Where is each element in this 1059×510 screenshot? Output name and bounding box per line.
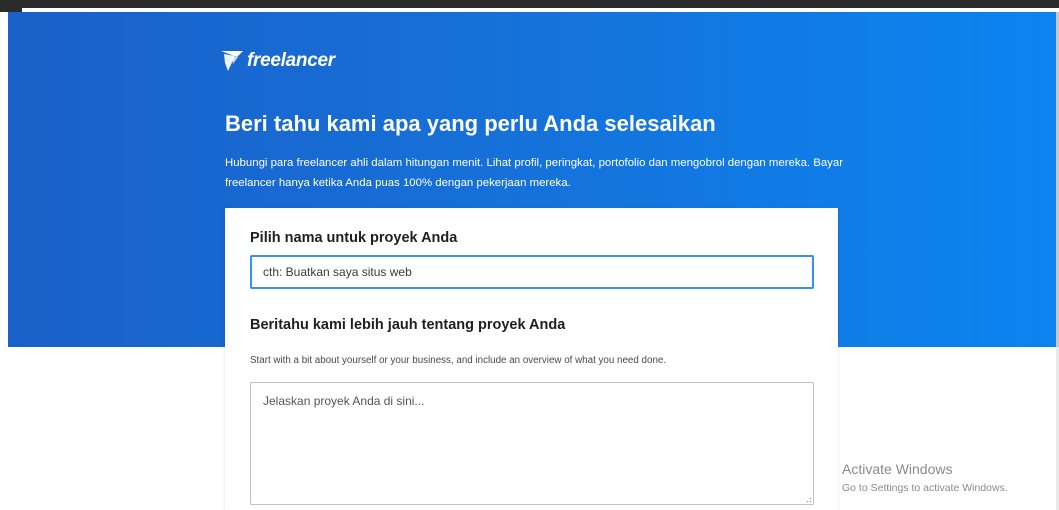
activate-windows-subtitle: Go to Settings to activate Windows.	[842, 482, 1008, 494]
project-form-card: Pilih nama untuk proyek Anda Beritahu ka…	[225, 208, 838, 510]
project-name-label: Pilih nama untuk proyek Anda	[250, 230, 458, 246]
browser-top-bar	[0, 0, 1059, 12]
hero-description: Hubungi para freelancer ahli dalam hitun…	[225, 157, 844, 189]
page-title: Beri tahu kami apa yang perlu Anda seles…	[225, 111, 716, 136]
project-description-label: Beritahu kami lebih jauh tentang proyek …	[250, 317, 566, 333]
activate-windows-title: Activate Windows	[842, 461, 953, 477]
logo-wordmark: freelancer	[247, 49, 335, 71]
project-description-textarea[interactable]	[250, 382, 814, 505]
resize-handle-icon[interactable]	[804, 495, 812, 503]
project-description-helper: Start with a bit about yourself or your …	[250, 355, 667, 366]
freelancer-bird-icon	[221, 51, 243, 71]
project-name-input[interactable]	[250, 255, 814, 289]
freelancer-logo[interactable]: freelancer	[220, 48, 335, 72]
